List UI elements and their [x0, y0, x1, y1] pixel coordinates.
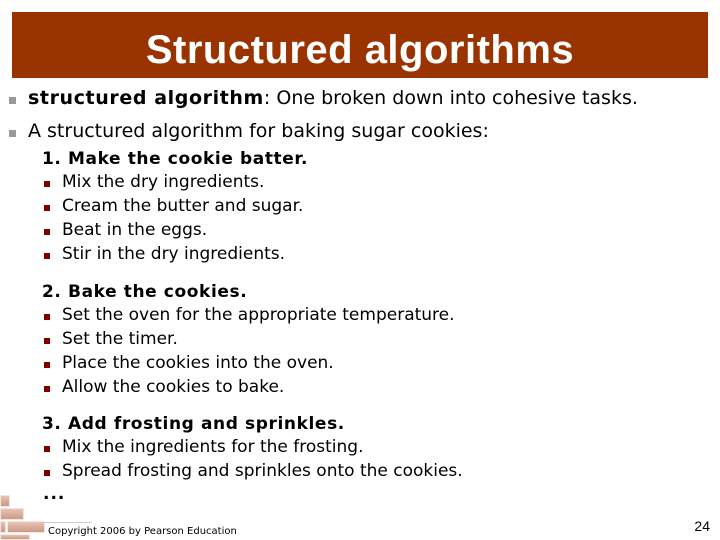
square-bullet-icon	[44, 362, 50, 368]
copyright-text: Copyright 2006 by Pearson Education	[48, 526, 237, 537]
square-bullet-icon	[44, 229, 50, 235]
square-bullet-icon	[9, 97, 16, 104]
step-heading-1: 1. Make the cookie batter.	[42, 149, 309, 169]
footer-divider	[44, 522, 92, 523]
square-bullet-icon	[9, 130, 16, 137]
step-heading-3: 3. Add frosting and sprinkles.	[42, 414, 345, 434]
square-bullet-icon	[44, 446, 50, 452]
square-bullet-icon	[44, 386, 50, 392]
page-number: 24	[694, 518, 710, 534]
slide-title: Structured algorithms	[145, 27, 575, 72]
square-bullet-icon	[44, 338, 50, 344]
definition-text: : One broken down into cohesive tasks.	[263, 87, 638, 109]
title-bar: Structured algorithms	[12, 12, 708, 78]
cookie-intro-text: A structured algorithm for baking sugar …	[28, 120, 489, 142]
square-bullet-icon	[44, 205, 50, 211]
definition-term: structured algorithm	[28, 87, 264, 109]
square-bullet-icon	[44, 314, 50, 320]
square-bullet-icon	[44, 181, 50, 187]
square-bullet-icon	[44, 470, 50, 476]
square-bullet-icon	[44, 253, 50, 259]
brick-decoration-icon	[0, 495, 50, 540]
step-heading-2: 2. Bake the cookies.	[42, 282, 248, 302]
